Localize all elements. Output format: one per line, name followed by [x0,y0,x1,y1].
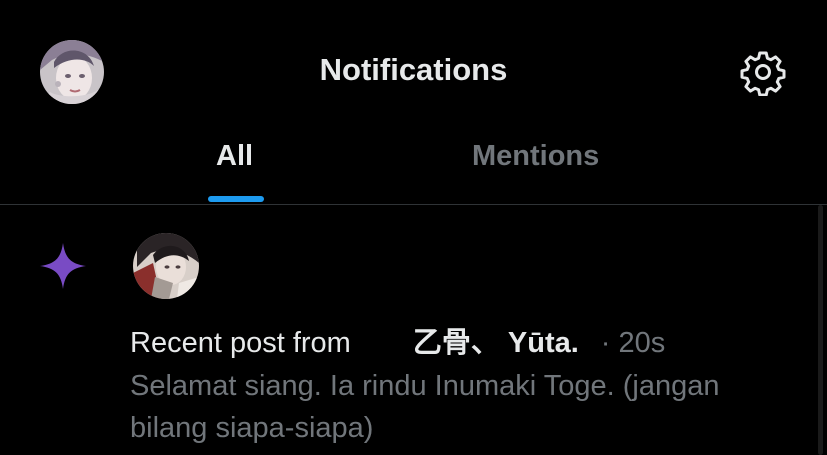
active-tab-indicator [208,196,264,202]
sparkle-icon [38,241,88,291]
tab-mentions-label: Mentions [472,140,600,172]
scrollbar[interactable] [818,205,823,455]
notification-time: · 20s [600,327,666,359]
page-title: Notifications [319,52,508,87]
author-name[interactable]: 乙骨、 Yūta. [413,327,579,359]
notification-item[interactable]: Recent post from 乙骨、 Yūta. · 20s Selamat s… [0,205,827,455]
settings-button[interactable] [739,48,787,96]
profile-avatar[interactable] [40,40,104,104]
notification-prefix: Recent post from [130,327,351,359]
author-avatar[interactable] [133,233,199,299]
profile-avatar-image [40,40,104,104]
tab-bar: All Mentions [0,120,827,205]
gear-icon [740,51,786,96]
top-bar: Notifications [0,0,827,140]
author-avatar-image [133,233,199,299]
tab-all[interactable]: All [0,120,472,204]
notification-headline: Recent post from 乙骨、 Yūta. · 20s [130,319,665,361]
tab-mentions[interactable]: Mentions [472,120,614,204]
tab-all-label: All [216,140,254,172]
post-preview-text: Selamat siang. Ia rindu Inumaki Toge. (j… [130,370,720,444]
